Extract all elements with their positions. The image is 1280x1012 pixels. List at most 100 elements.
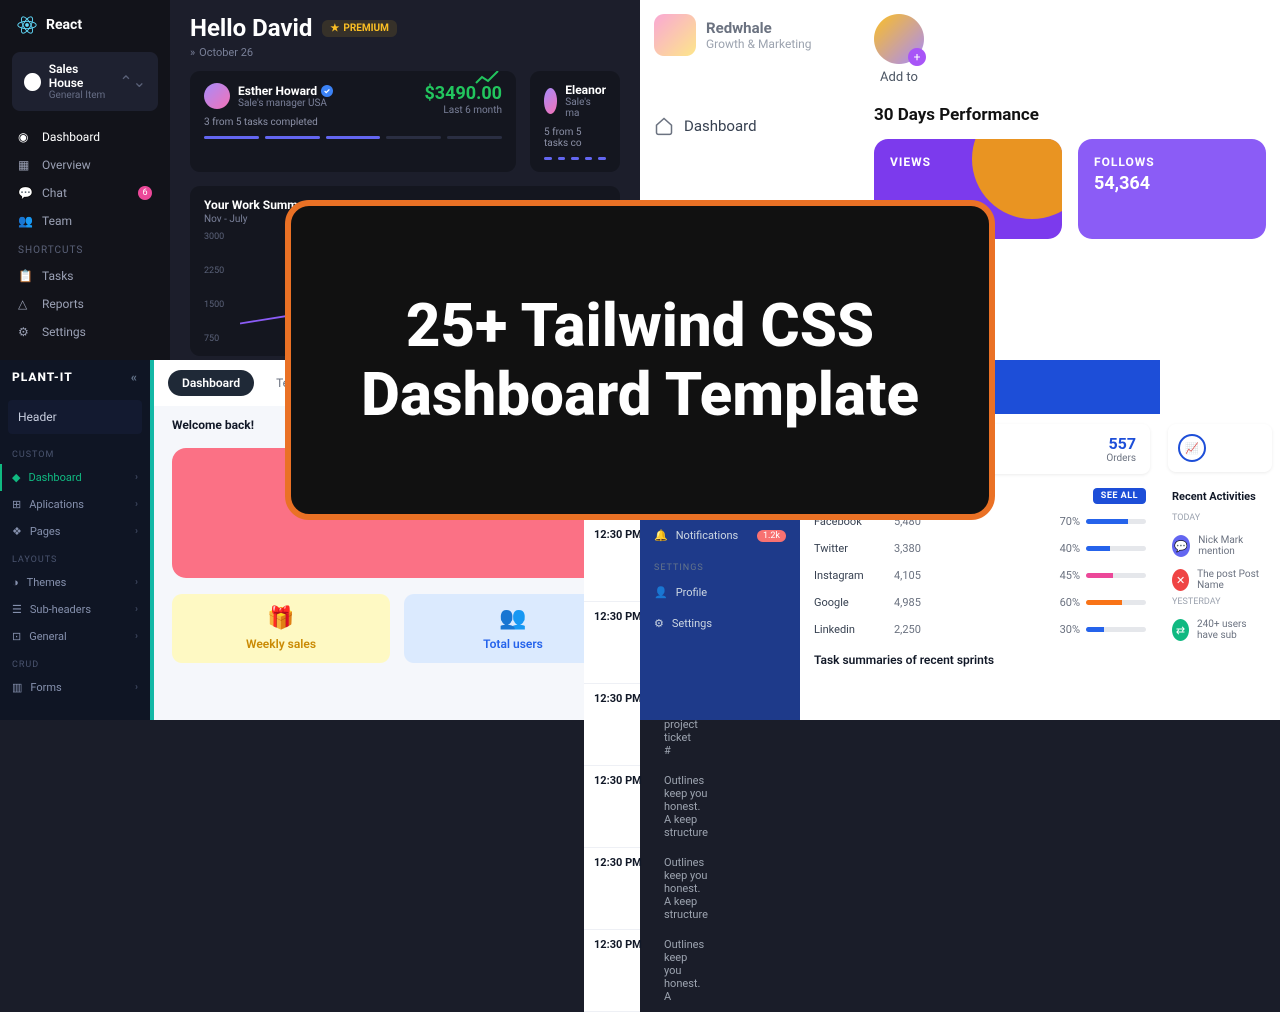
user-icon: 👤 bbox=[654, 586, 668, 599]
nav-section-settings: SETTINGS bbox=[640, 551, 800, 577]
clipboard-icon: 📋 bbox=[18, 269, 32, 283]
gift-icon: 🎁 bbox=[184, 606, 378, 631]
collapse-icon[interactable]: « bbox=[131, 370, 138, 384]
referral-row: Google4,98560% bbox=[800, 589, 1160, 616]
timeline-row: 12:30 PMOutlines keep you honest. A bbox=[584, 930, 640, 1012]
card-tasks: 5 from 5 tasks co bbox=[544, 127, 606, 149]
label-today: TODAY bbox=[1160, 513, 1280, 529]
hero-title: 25+ Tailwind CSS Dashboard Template bbox=[331, 291, 949, 429]
nav-forms[interactable]: ▥Forms› bbox=[0, 674, 150, 701]
team-avatar-icon bbox=[24, 73, 41, 91]
kpi-trend[interactable]: 📈 bbox=[1168, 424, 1272, 472]
activity-row: ✕The post Post Name bbox=[1160, 563, 1280, 597]
panel-activities: 📈 Recent Activities TODAY 💬Nick Mark men… bbox=[1160, 360, 1280, 720]
timeline-time: 12:30 PM bbox=[594, 856, 650, 921]
task-bars bbox=[544, 157, 606, 160]
referral-row: Linkedin2,25030% bbox=[800, 616, 1160, 643]
chart-yaxis: 300022501500750 bbox=[204, 232, 224, 344]
star-icon: ★ bbox=[330, 23, 339, 34]
plus-icon: + bbox=[908, 48, 926, 66]
users-icon: 👥 bbox=[416, 606, 610, 631]
palette-icon: ◑ bbox=[12, 576, 19, 589]
brand-label: React bbox=[46, 17, 82, 33]
brand-tagline: Growth & Marketing bbox=[706, 37, 812, 51]
bell-icon: 🔔 bbox=[654, 529, 668, 542]
timeline-row: 12:30 PMOutlines keep you honest. A keep… bbox=[584, 848, 640, 930]
sidebar: React Sales House General Item ⌃⌄ ◉Dashb… bbox=[0, 0, 170, 360]
avatar bbox=[204, 83, 230, 109]
nav-settings[interactable]: ⚙Settings bbox=[8, 318, 162, 346]
performance-title: 30 Days Performance bbox=[874, 105, 1266, 125]
card-tasks: 3 from 5 tasks completed bbox=[204, 117, 502, 128]
activities-title: Recent Activities bbox=[1160, 480, 1280, 513]
timeline-time: 12:30 PM bbox=[594, 774, 650, 839]
person-card-2[interactable]: Eleanor Sale's ma 5 from 5 tasks co bbox=[530, 71, 620, 172]
tile-weekly-sales[interactable]: 🎁Weekly sales bbox=[172, 594, 390, 663]
greeting: Hello David bbox=[190, 14, 312, 42]
see-all-button[interactable]: SEE ALL bbox=[1093, 488, 1146, 504]
sidebar: PLANT-IT« Header CUSTOM ◆Dashboard› ⊞Apl… bbox=[0, 360, 150, 720]
nav-reports[interactable]: △Reports bbox=[8, 290, 162, 318]
nav-header[interactable]: Header bbox=[8, 400, 142, 434]
brand: React bbox=[8, 10, 162, 40]
nav-subheaders[interactable]: ☰Sub-headers› bbox=[0, 596, 150, 623]
hero-card: 25+ Tailwind CSS Dashboard Template bbox=[285, 200, 995, 520]
timeline-row: 12:30 PMOutlines keep you honest. A keep… bbox=[584, 766, 640, 848]
nav-notifications[interactable]: 🔔Notifications1.2k bbox=[640, 520, 800, 551]
timeline-row: 12:30 PMOutlines keep you honest. A keep… bbox=[584, 520, 640, 602]
nav-pages[interactable]: ❖Pages› bbox=[0, 518, 150, 545]
grid-icon: ▦ bbox=[18, 158, 32, 172]
nav-overview[interactable]: ▦Overview bbox=[8, 151, 162, 179]
card-role: Sale's ma bbox=[565, 97, 606, 119]
nav-general[interactable]: ⊡General› bbox=[0, 623, 150, 650]
verified-icon bbox=[321, 85, 333, 97]
brand-name: Redwhale bbox=[706, 19, 812, 37]
activity-row: ⇄240+ users have sub bbox=[1160, 613, 1280, 647]
trend-icon: 📈 bbox=[1178, 434, 1206, 462]
person-card-1[interactable]: $3490.00 Last 6 month Esther Howard Sale… bbox=[190, 71, 516, 172]
card-name: Eleanor bbox=[565, 83, 606, 97]
add-to-label: Add to bbox=[880, 70, 918, 85]
brand-logo-icon bbox=[654, 14, 696, 56]
nav-section-custom: CUSTOM bbox=[0, 440, 150, 464]
stat-follows[interactable]: FOLLOWS54,364 bbox=[1078, 139, 1266, 239]
users-icon: 👥 bbox=[18, 214, 32, 228]
activity-icon: ✕ bbox=[1172, 569, 1189, 591]
nav-profile[interactable]: 👤Profile bbox=[640, 577, 800, 608]
chat-icon: 💬 bbox=[18, 186, 32, 200]
timeline: 12:30 PMOutlines keep you honest. A keep… bbox=[584, 520, 640, 1012]
nav-team[interactable]: 👥Team bbox=[8, 207, 162, 235]
nav-dashboard[interactable]: ◆Dashboard› bbox=[0, 464, 150, 491]
nav-chat[interactable]: 💬Chat6 bbox=[8, 179, 162, 207]
task-bars bbox=[204, 136, 502, 139]
react-icon bbox=[16, 14, 38, 36]
team-selector[interactable]: Sales House General Item ⌃⌄ bbox=[12, 52, 158, 111]
nav-dashboard[interactable]: Dashboard bbox=[654, 116, 846, 136]
nav-dashboard[interactable]: ◉Dashboard bbox=[8, 123, 162, 151]
chevron-updown-icon: ⌃⌄ bbox=[119, 72, 146, 91]
chevrons-right-icon: » bbox=[190, 46, 195, 59]
tab-dashboard[interactable]: Dashboard bbox=[168, 370, 254, 396]
add-to[interactable]: + Add to bbox=[874, 14, 924, 85]
activity-icon: ⇄ bbox=[1172, 619, 1189, 641]
activity-row: 💬Nick Mark mention bbox=[1160, 529, 1280, 563]
referral-row: Twitter3,38040% bbox=[800, 535, 1160, 562]
avatar: + bbox=[874, 14, 924, 64]
timeline-time: 12:30 PM bbox=[594, 938, 650, 1003]
grid-icon: ⊡ bbox=[12, 630, 21, 643]
card-role: Sale's manager USA bbox=[238, 98, 333, 109]
diamond-icon: ◆ bbox=[12, 471, 20, 484]
nav-settings[interactable]: ⚙Settings bbox=[640, 608, 800, 639]
nav-tasks[interactable]: 📋Tasks bbox=[8, 262, 162, 290]
date-line: »October 26 bbox=[190, 46, 620, 59]
gauge-icon: ◉ bbox=[18, 130, 32, 144]
avatar bbox=[544, 88, 557, 114]
label-yesterday: YESTERDAY bbox=[1160, 597, 1280, 613]
nav-main: ◉Dashboard ▦Overview 💬Chat6 👥Team bbox=[8, 123, 162, 235]
team-sub: General Item bbox=[49, 90, 111, 101]
bars-icon: ▥ bbox=[12, 681, 22, 694]
nav-applications[interactable]: ⊞Aplications› bbox=[0, 491, 150, 518]
timeline-text: Outlines keep you honest. A bbox=[664, 938, 704, 1003]
nav-themes[interactable]: ◑Themes› bbox=[0, 569, 150, 596]
gear-icon: ⚙ bbox=[654, 617, 664, 630]
